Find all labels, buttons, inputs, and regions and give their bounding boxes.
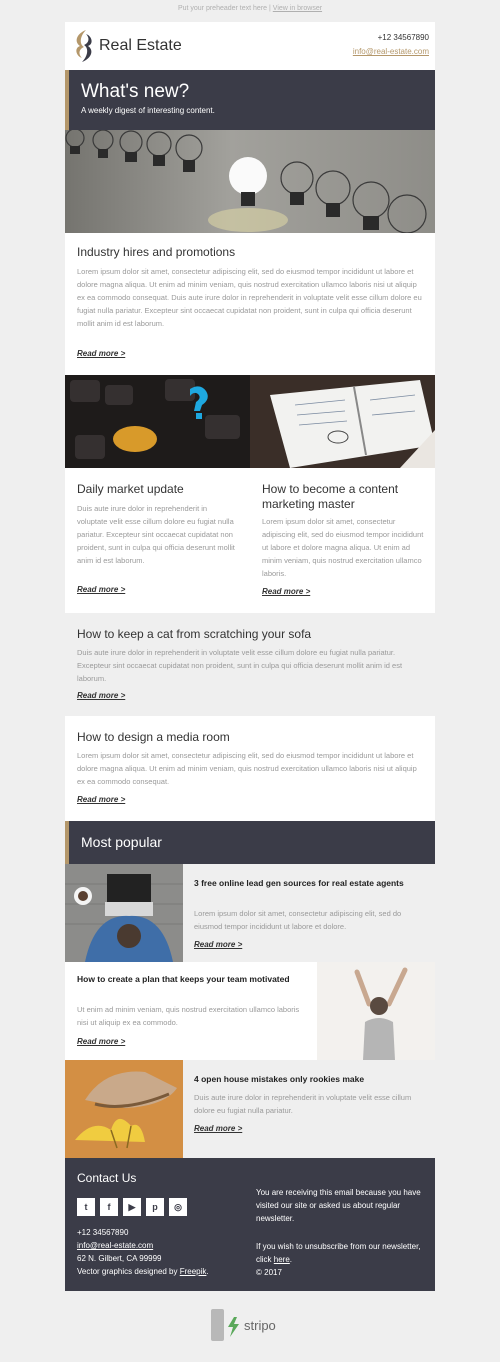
article-title: How to become a content marketing master: [262, 482, 399, 511]
article-text: Duis aute irure dolor in reprehenderit i…: [77, 504, 235, 565]
two-column-images: [65, 375, 435, 468]
article-text: Lorem ipsum dolor sit amet, consectetur …: [262, 517, 424, 578]
popular-item: How to create a plan that keeps your tea…: [65, 962, 435, 1060]
credit-text: Vector graphics designed by: [77, 1267, 180, 1276]
read-more-link[interactable]: Read more >: [77, 795, 125, 804]
accent-bar: [65, 70, 69, 130]
banana-peel-image: [65, 1060, 183, 1158]
article-title: Industry hires and promotions: [77, 245, 236, 259]
logo-icon[interactable]: [70, 28, 96, 64]
stripo-badge[interactable]: stripo: [210, 1307, 290, 1347]
brand-name: Real Estate: [99, 37, 182, 54]
email-container: Real Estate +12 34567890 info@real-estat…: [65, 22, 435, 1291]
preheader-text: Put your preheader text here: [177, 5, 268, 12]
footer-email-link[interactable]: info@real-estate.com: [77, 1241, 153, 1250]
laptop-image: [65, 864, 183, 962]
article-industry-hires: Industry hires and promotions Lorem ipsu…: [65, 233, 435, 375]
popular-item: 4 open house mistakes only rookies make …: [65, 1060, 435, 1158]
most-popular-title: Most popular: [81, 834, 162, 850]
article-text: Lorem ipsum dolor sit amet, consectetur …: [77, 751, 417, 786]
read-more-link[interactable]: Read more >: [194, 1124, 242, 1133]
footer-unsubscribe: If you wish to unsubscribe from our news…: [256, 1240, 426, 1266]
popular-item: 3 free online lead gen sources for real …: [65, 864, 435, 962]
social-links: t f ▶ p ◎: [77, 1198, 187, 1216]
two-column-articles: Daily market update Duis aute irure dolo…: [65, 468, 435, 613]
footer-phone: +12 34567890: [77, 1228, 129, 1237]
article-title: How to keep a cat from scratching your s…: [77, 627, 312, 641]
article-title: Daily market update: [77, 482, 184, 496]
pinterest-icon[interactable]: p: [146, 1198, 164, 1216]
article-title: How to design a media room: [77, 730, 230, 744]
hero-banner: What's new? A weekly digest of interesti…: [65, 70, 435, 130]
credit-suffix: .: [206, 1267, 209, 1276]
instagram-icon[interactable]: ◎: [169, 1198, 187, 1216]
popular-text: Lorem ipsum dolor sit amet, consectetur …: [194, 909, 402, 931]
footer-notice: You are receiving this email because you…: [256, 1188, 421, 1223]
stripo-label: stripo: [244, 1318, 276, 1333]
view-in-browser-link[interactable]: View in browser: [273, 5, 322, 12]
unsubscribe-link[interactable]: here: [274, 1255, 290, 1264]
popular-title: 4 open house mistakes only rookies make: [194, 1074, 365, 1084]
read-more-link[interactable]: Read more >: [77, 585, 125, 594]
twitter-icon[interactable]: t: [77, 1198, 95, 1216]
question-marks-illustration: [70, 379, 240, 459]
footer-credit: Vector graphics designed by Freepik.: [77, 1267, 209, 1276]
notebook-image: [250, 375, 435, 468]
banana-peel-illustration: [75, 1071, 177, 1149]
preheader: Put your preheader text here | View in b…: [0, 5, 500, 12]
popular-text: Duis aute irure dolor in reprehenderit i…: [194, 1093, 412, 1115]
question-marks-image: [65, 375, 250, 468]
article-cat-sofa: How to keep a cat from scratching your s…: [65, 613, 435, 716]
popular-title: 3 free online lead gen sources for real …: [194, 878, 404, 888]
article-media-room: How to design a media room Lorem ipsum d…: [65, 716, 435, 821]
read-more-link[interactable]: Read more >: [77, 349, 125, 358]
freepik-link[interactable]: Freepik: [180, 1267, 207, 1276]
facebook-icon[interactable]: f: [100, 1198, 118, 1216]
footer-address: 62 N. Gilbert, CA 99999: [77, 1254, 162, 1263]
contact-us-title: Contact Us: [77, 1171, 137, 1185]
read-more-link[interactable]: Read more >: [194, 940, 242, 949]
accent-bar: [65, 821, 69, 864]
laptop-illustration: [65, 874, 183, 962]
email-header: Real Estate +12 34567890 info@real-estat…: [65, 22, 435, 70]
lightbulbs-illustration: [65, 130, 427, 233]
read-more-link[interactable]: Read more >: [77, 1037, 125, 1046]
header-email-link[interactable]: info@real-estate.com: [353, 47, 429, 56]
header-phone: +12 34567890: [377, 33, 429, 42]
article-text: Duis aute irure dolor in reprehenderit i…: [77, 648, 403, 683]
most-popular-header: Most popular: [65, 821, 435, 864]
woman-celebrating-image: [317, 962, 435, 1060]
footer-copyright: © 2017: [256, 1268, 282, 1277]
woman-celebrating-illustration: [354, 967, 408, 1060]
youtube-icon[interactable]: ▶: [123, 1198, 141, 1216]
notebook-illustration: [270, 380, 435, 468]
footer: Contact Us t f ▶ p ◎ +12 34567890 info@r…: [65, 1158, 435, 1291]
article-text: Lorem ipsum dolor sit amet, consectetur …: [77, 267, 422, 328]
popular-text: Ut enim ad minim veniam, quis nostrud ex…: [77, 1005, 300, 1027]
unsubscribe-suffix: .: [289, 1255, 293, 1264]
hero-title: What's new?: [81, 81, 190, 102]
popular-title: How to create a plan that keeps your tea…: [77, 974, 290, 984]
lightbulbs-image: [65, 130, 435, 233]
read-more-link[interactable]: Read more >: [262, 587, 310, 596]
read-more-link[interactable]: Read more >: [77, 691, 125, 700]
hero-subtitle: A weekly digest of interesting content.: [81, 106, 215, 115]
